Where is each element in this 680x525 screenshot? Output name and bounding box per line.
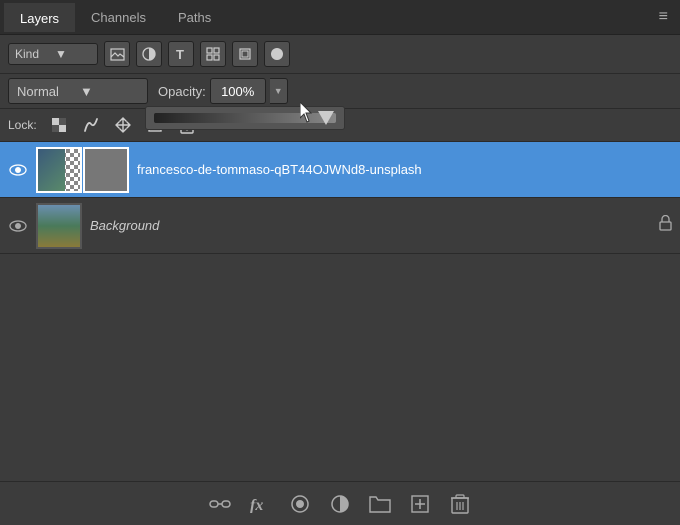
panel-menu-icon[interactable]: ≡ [651, 8, 676, 26]
svg-text:fx: fx [250, 497, 263, 513]
link-layers-button[interactable] [206, 490, 234, 518]
opacity-group: Opacity: ▼ [158, 78, 288, 104]
svg-text:T: T [176, 47, 184, 61]
tab-paths[interactable]: Paths [162, 4, 227, 31]
opacity-slider-thumb[interactable] [318, 111, 334, 125]
visibility-toggle[interactable] [8, 160, 28, 180]
opacity-dropdown-btn[interactable]: ▼ [270, 78, 288, 104]
layer-lock-icon [659, 215, 672, 236]
layer-item[interactable]: Background [0, 198, 680, 254]
delete-layer-button[interactable] [446, 490, 474, 518]
visibility-toggle[interactable] [8, 216, 28, 236]
filter-circle-icon[interactable] [264, 41, 290, 67]
layer-thumbnail [36, 147, 82, 193]
new-group-button[interactable] [366, 490, 394, 518]
blend-row: Normal ▼ Opacity: ▼ [0, 74, 680, 109]
lock-move-icon[interactable] [111, 113, 135, 137]
layers-list: francesco-de-tommaso-qBT44OJWNd8-unsplas… [0, 142, 680, 312]
filter-image-icon[interactable] [104, 41, 130, 67]
add-layer-mask-button[interactable] [286, 490, 314, 518]
create-new-layer-button[interactable] [406, 490, 434, 518]
opacity-label: Opacity: [158, 84, 206, 99]
layer-thumbs [36, 147, 129, 193]
filter-smart-icon[interactable] [232, 41, 258, 67]
bottom-toolbar: fx [0, 481, 680, 525]
layer-thumbnail [36, 203, 82, 249]
layer-name: Background [90, 218, 651, 233]
new-adjustment-layer-button[interactable] [326, 490, 354, 518]
opacity-slider-track[interactable] [154, 113, 336, 123]
layers-panel: Layers Channels Paths ≡ Kind ▼ T [0, 0, 680, 525]
kind-select[interactable]: Kind ▼ [8, 43, 98, 65]
tabs-bar: Layers Channels Paths ≡ [0, 0, 680, 35]
layer-image-preview [38, 205, 80, 247]
filter-shape-icon[interactable] [200, 41, 226, 67]
lock-paint-icon[interactable] [79, 113, 103, 137]
kind-dropdown-arrow: ▼ [55, 47, 91, 61]
empty-canvas-area [0, 312, 680, 482]
kind-select-label: Kind [15, 47, 51, 61]
blend-mode-label: Normal [17, 84, 76, 99]
layer-name: francesco-de-tommaso-qBT44OJWNd8-unsplas… [137, 162, 672, 177]
filter-text-icon[interactable]: T [168, 41, 194, 67]
opacity-input[interactable] [210, 78, 266, 104]
layer-mask-thumbnail [83, 147, 129, 193]
tab-layers[interactable]: Layers [4, 3, 75, 32]
filter-row: Kind ▼ T [0, 35, 680, 74]
lock-transparent-icon[interactable] [47, 113, 71, 137]
opacity-slider-popup [145, 106, 345, 130]
blend-dropdown-arrow: ▼ [80, 84, 139, 99]
blend-mode-select[interactable]: Normal ▼ [8, 78, 148, 104]
add-layer-style-button[interactable]: fx [246, 490, 274, 518]
lock-label: Lock: [8, 118, 37, 132]
layer-image-preview [38, 149, 65, 191]
layer-item[interactable]: francesco-de-tommaso-qBT44OJWNd8-unsplas… [0, 142, 680, 198]
tab-channels[interactable]: Channels [75, 4, 162, 31]
filter-adjustment-circle-icon[interactable] [136, 41, 162, 67]
